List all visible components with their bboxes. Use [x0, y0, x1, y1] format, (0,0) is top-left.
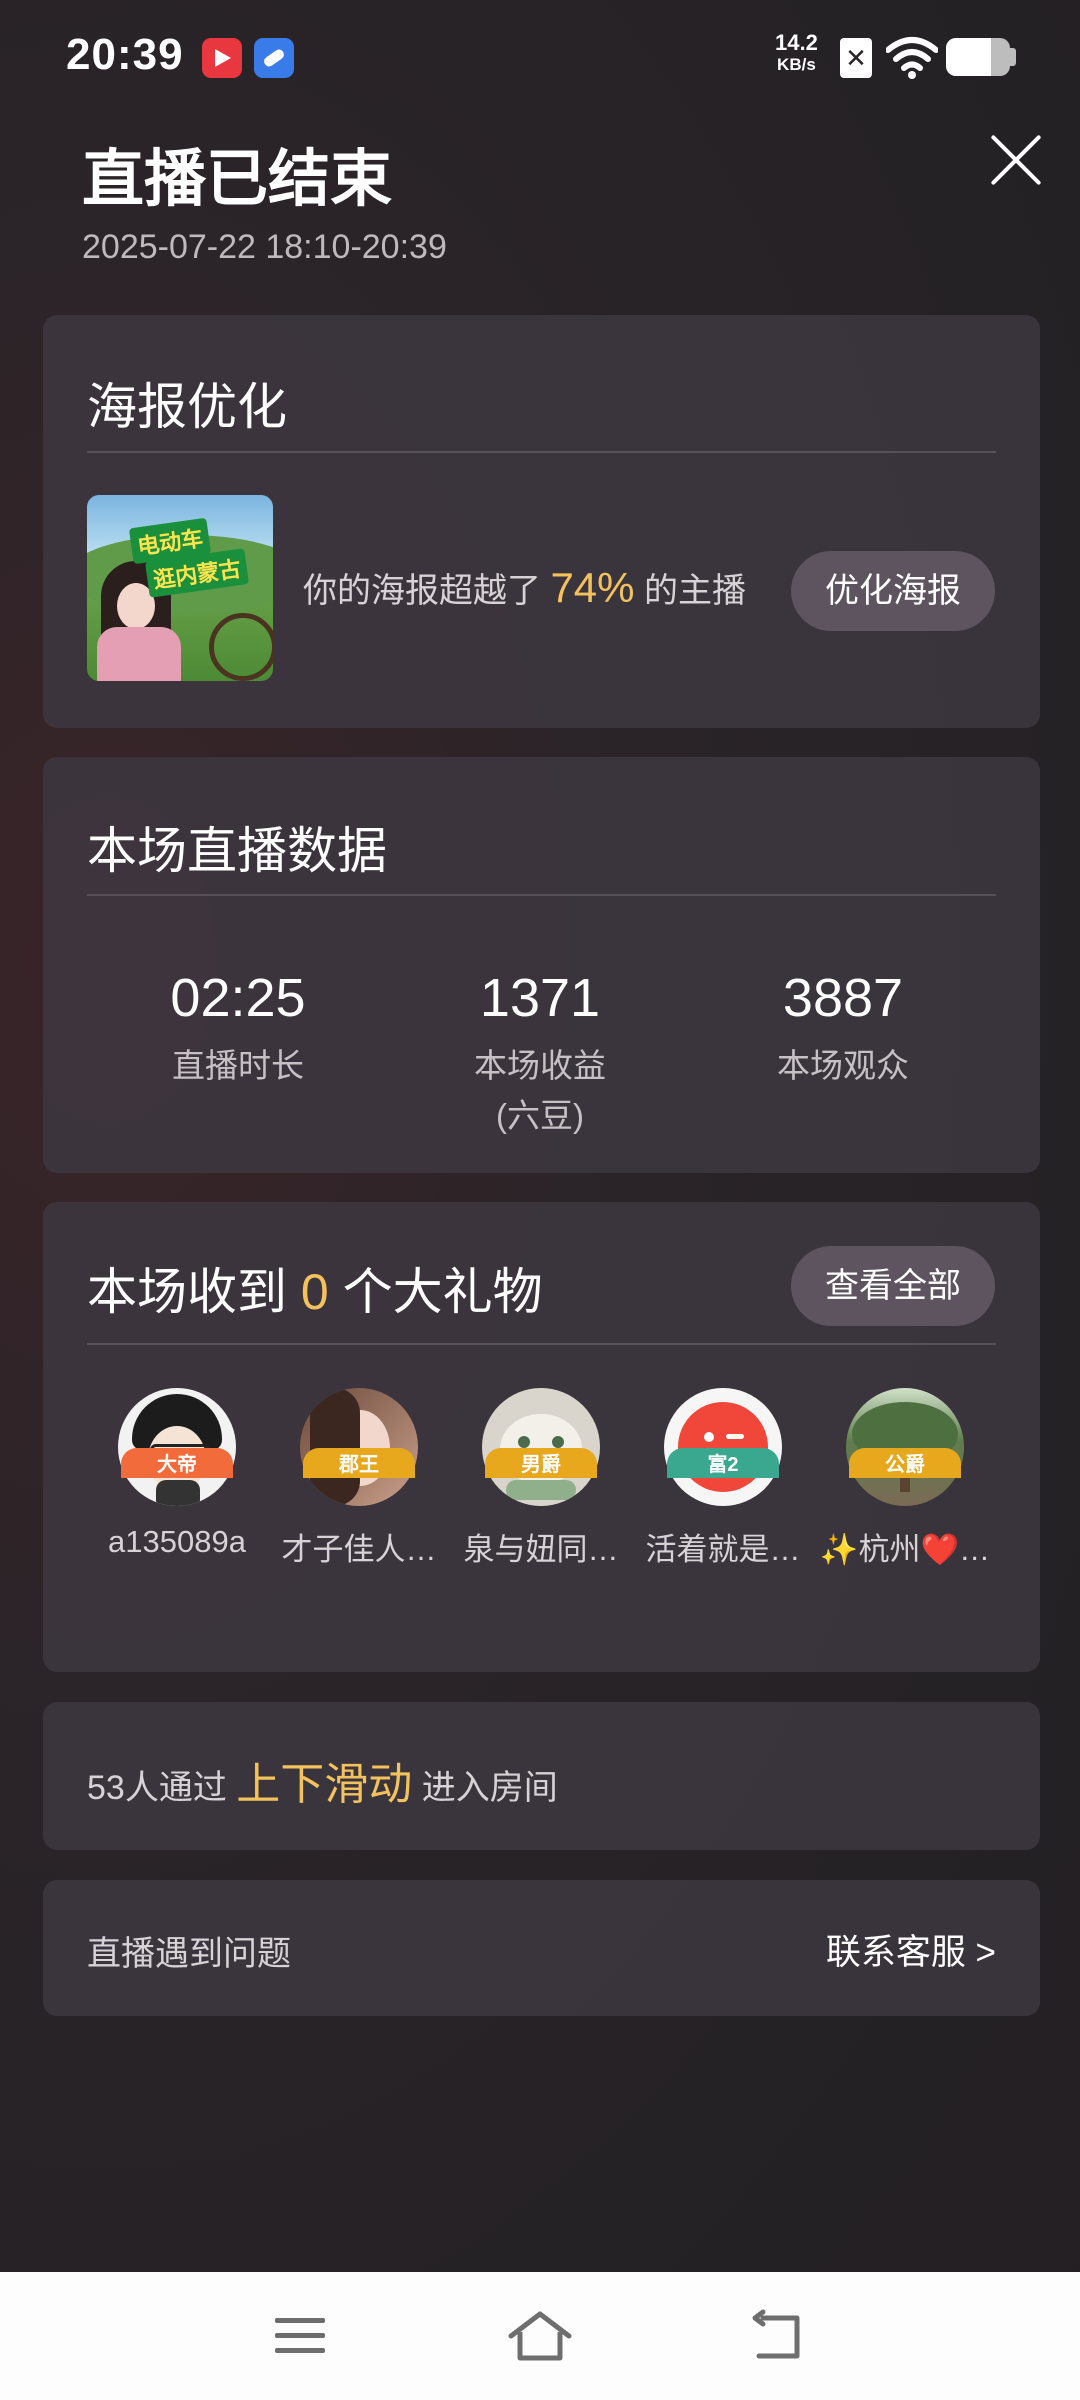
page-title: 直播已结束	[82, 145, 393, 214]
view-all-button[interactable]: 查看全部	[791, 1246, 995, 1326]
stat-value: 1371	[479, 968, 601, 1028]
gifter-item[interactable]: ✨杭州❤️…	[815, 1388, 995, 1569]
stat-income: 1371 本场收益 (六豆)	[390, 967, 690, 1141]
home-icon[interactable]	[505, 2308, 575, 2364]
gifter-level-badge: 富2	[667, 1448, 779, 1478]
gifter-item[interactable]: 泉与妞同…	[451, 1388, 631, 1569]
poster-card: 海报优化 电动车 逛内蒙古 你的海报超越了 74% 的主播 优化海报	[43, 315, 1040, 728]
stats-card-title: 本场直播数据	[87, 823, 387, 879]
notes-app-icon	[254, 38, 294, 78]
gifter-name: 活着就是…	[645, 1532, 801, 1567]
battery-icon	[946, 38, 1010, 76]
wifi-icon	[886, 37, 938, 79]
live-stats-card: 本场直播数据 02:25 直播时长 1371 本场收益 (六豆) 3887 本场…	[43, 757, 1040, 1173]
net-speed-value: 14.2	[775, 30, 818, 55]
status-bar: 20:39 14.2 KB/s ✕	[0, 0, 1080, 110]
swipe-prefix: 53人通过	[87, 1769, 227, 1807]
net-speed-unit: KB/s	[777, 55, 816, 74]
support-label: 直播遇到问题	[87, 1935, 291, 1973]
close-icon[interactable]	[986, 130, 1046, 190]
status-time: 20:39	[66, 30, 184, 79]
sim-off-icon: ✕	[840, 38, 872, 78]
battery-level	[946, 38, 991, 76]
poster-text-prefix: 你的海报超越了	[303, 572, 541, 610]
poster-thumbnail[interactable]: 电动车 逛内蒙古	[87, 495, 273, 681]
avatar	[482, 1388, 600, 1506]
live-time-range: 2025-07-22 18:10-20:39	[82, 228, 447, 266]
stat-label: 直播时长	[172, 1047, 304, 1084]
gifter-level-badge: 男爵	[485, 1448, 597, 1478]
gifts-card-title: 本场收到 0 个大礼物	[87, 1252, 543, 1324]
poster-rank-text: 你的海报超越了 74% 的主播	[303, 563, 746, 612]
swipe-info-card: 53人通过 上下滑动 进入房间	[43, 1702, 1040, 1850]
poster-card-title: 海报优化	[87, 379, 287, 435]
gifter-name: ✨杭州❤️…	[819, 1532, 991, 1567]
system-nav-bar	[0, 2272, 1080, 2400]
optimize-poster-button[interactable]: 优化海报	[791, 551, 995, 631]
gifts-card: 本场收到 0 个大礼物 查看全部 a135089a 才子佳人… 泉与妞同… 活着…	[43, 1202, 1040, 1672]
menu-icon[interactable]	[265, 2308, 335, 2364]
swipe-info-text: 53人通过 上下滑动 进入房间	[87, 1748, 558, 1812]
divider	[87, 1343, 996, 1345]
avatar	[664, 1388, 782, 1506]
stat-label: 本场观众	[777, 1047, 909, 1084]
divider	[87, 451, 996, 453]
stat-duration: 02:25 直播时长	[88, 967, 388, 1091]
gifts-title-prefix: 本场收到	[87, 1264, 287, 1320]
gifts-count: 0	[300, 1264, 329, 1320]
gifter-level-badge: 郡王	[303, 1448, 415, 1478]
gifter-name: 泉与妞同…	[463, 1532, 619, 1567]
stat-viewers: 3887 本场观众	[693, 967, 993, 1091]
support-card: 直播遇到问题 联系客服 >	[43, 1880, 1040, 2016]
back-icon[interactable]	[745, 2308, 815, 2364]
gifter-level-badge: 公爵	[849, 1448, 961, 1478]
gifts-title-suffix: 个大礼物	[342, 1264, 543, 1320]
gifter-level-badge: 大帝	[121, 1448, 233, 1478]
stat-label: 本场收益 (六豆)	[390, 1041, 690, 1141]
stat-label-main: 本场收益	[474, 1047, 606, 1084]
video-app-icon	[202, 38, 242, 78]
divider	[87, 894, 996, 896]
net-speed: 14.2 KB/s	[775, 32, 818, 76]
stat-value: 02:25	[170, 968, 306, 1028]
contact-support-link[interactable]: 联系客服 >	[826, 1924, 996, 1975]
stat-value: 3887	[782, 968, 904, 1028]
gifter-item[interactable]: 活着就是…	[633, 1388, 813, 1569]
avatar	[846, 1388, 964, 1506]
gifter-item[interactable]: 才子佳人…	[269, 1388, 449, 1569]
swipe-highlight: 上下滑动	[236, 1760, 413, 1809]
swipe-suffix: 进入房间	[421, 1769, 558, 1807]
poster-text-suffix: 的主播	[643, 572, 746, 610]
gifter-name: a135089a	[108, 1524, 246, 1559]
battery-tip	[1010, 48, 1016, 66]
stat-label-unit: (六豆)	[496, 1097, 584, 1134]
poster-percent: 74%	[550, 564, 635, 611]
avatar	[118, 1388, 236, 1506]
avatar	[300, 1388, 418, 1506]
gifter-name: 才子佳人…	[281, 1532, 437, 1567]
